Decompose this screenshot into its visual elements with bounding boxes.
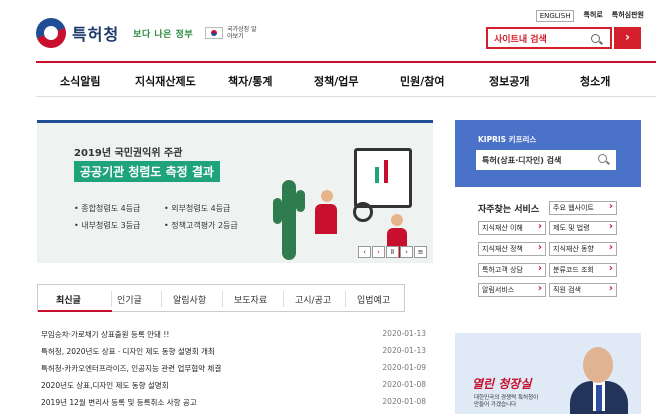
- service-link[interactable]: 주요 웹사이트: [549, 201, 617, 215]
- site-search-input[interactable]: 사이트내 검색: [486, 27, 612, 49]
- tab-announcement[interactable]: 고시/공고: [295, 293, 331, 306]
- tab-divider: [111, 291, 112, 307]
- person-body-illustration: [315, 204, 337, 234]
- news-date: 2020-01-13: [382, 346, 426, 355]
- news-date: 2020-01-08: [382, 380, 426, 389]
- news-title[interactable]: 2020년도 상표,디자인 제도 동향 설명회: [41, 381, 169, 390]
- service-link[interactable]: 특허고객 상담: [478, 263, 546, 277]
- banner-subtitle: 2019년 국민권익위 주관: [74, 148, 183, 159]
- banner-item: • 외부청렴도 4등급: [164, 204, 231, 213]
- news-date: 2020-01-09: [382, 363, 426, 372]
- commissioner-title: 열린 청장실: [472, 377, 532, 391]
- tab-divider: [161, 291, 162, 307]
- tab-divider: [283, 291, 284, 307]
- person-illustration: [391, 214, 403, 226]
- banner-play-button[interactable]: ›: [372, 246, 385, 258]
- news-item[interactable]: 2019년 12월 변리사 등록 및 등록취소 사항 공고 2020-01-08: [41, 397, 429, 408]
- banner-list-button[interactable]: ≡: [414, 246, 427, 258]
- commissioner-tie: [596, 385, 602, 411]
- nav-civil[interactable]: 민원/참여: [400, 73, 445, 89]
- search-go-button[interactable]: ›: [614, 27, 641, 49]
- news-item[interactable]: 특허청, 2020년도 상표ㆍ디자인 제도 동향 설명회 개최 2020-01-…: [41, 346, 429, 357]
- service-link[interactable]: 지식재산 이해: [478, 221, 546, 235]
- banner-next-button[interactable]: ›: [400, 246, 413, 258]
- news-title[interactable]: 무임승차·가로채기 상표출원 등록 안돼 !!: [41, 330, 169, 339]
- cactus-illustration: [282, 180, 296, 260]
- banner-title: 공공기관 청렴도 측정 결과: [74, 161, 220, 182]
- tab-notice[interactable]: 알림사항: [173, 293, 206, 306]
- nav-disclosure[interactable]: 정보공개: [489, 73, 529, 89]
- chart-bar-illustration: [375, 167, 379, 183]
- person-illustration: [321, 190, 333, 202]
- trial-board-link[interactable]: 특허심판원: [612, 10, 644, 22]
- service-link[interactable]: 지식재산 동향: [549, 242, 617, 256]
- commissioner-face: [583, 347, 613, 383]
- logo-text: 특허청: [72, 25, 120, 44]
- tab-popular[interactable]: 인기글: [117, 293, 142, 306]
- tab-latest[interactable]: 최신글: [56, 293, 81, 306]
- kipris-title[interactable]: KIPRIS 키프리스: [478, 134, 536, 145]
- korean-flag-icon[interactable]: [205, 27, 224, 39]
- taeguk-logo-icon: [36, 18, 66, 48]
- search-icon[interactable]: [598, 154, 607, 163]
- flag-caption[interactable]: 국가상징 알아보기: [227, 26, 257, 40]
- kipris-panel: KIPRIS 키프리스 특허(상표·디자인) 검색: [455, 120, 641, 187]
- kipris-search-label: 특허(상표·디자인) 검색: [482, 156, 562, 165]
- banner-item: • 종합청렴도 4등급: [74, 204, 141, 213]
- chart-bar-illustration: [384, 160, 388, 183]
- top-links: ENGLISH 특허로 특허심판원: [535, 10, 644, 22]
- english-link[interactable]: ENGLISH: [535, 10, 575, 22]
- service-link[interactable]: 직원 검색: [549, 283, 617, 297]
- commissioner-caption: 대한민국의 경쟁력 특허청이 만들어 가겠습니다: [474, 395, 539, 408]
- active-tab-indicator: [38, 310, 112, 312]
- tab-legislation[interactable]: 입법예고: [357, 293, 390, 306]
- news-title[interactable]: 특허청, 2020년도 상표ㆍ디자인 제도 동향 설명회 개최: [41, 347, 215, 356]
- search-icon[interactable]: [591, 33, 600, 43]
- patent-net-link[interactable]: 특허로: [583, 10, 602, 22]
- banner-top-bar: [37, 120, 433, 123]
- banner-prev-button[interactable]: ‹: [358, 246, 371, 258]
- service-link[interactable]: 제도 및 법령: [549, 221, 617, 235]
- news-tabs: 최신글 인기글 알림사항 보도자료 고시/공고 입법예고: [37, 284, 405, 312]
- banner-item: • 내부청렴도 3등급: [74, 221, 141, 230]
- tab-divider: [222, 291, 223, 307]
- nav-about[interactable]: 청소개: [580, 73, 610, 89]
- service-link[interactable]: 알림서비스: [478, 283, 546, 297]
- news-title[interactable]: 특허청-카카오엔터프라이즈, 인공지능 관련 업무협약 체결: [41, 364, 221, 373]
- banner-pause-button[interactable]: Ⅱ: [386, 246, 399, 258]
- nav-ip-system[interactable]: 지식재산제도: [135, 73, 196, 89]
- tab-press[interactable]: 보도자료: [234, 293, 267, 306]
- services-title: 자주찾는 서비스: [478, 205, 540, 215]
- nav-news[interactable]: 소식알림: [60, 73, 100, 89]
- cactus-arm: [273, 198, 282, 224]
- service-link[interactable]: 분류코드 조회: [549, 263, 617, 277]
- service-link[interactable]: 지식재산 정책: [478, 242, 546, 256]
- magnifier-illustration: [353, 202, 373, 222]
- main-navigation: 소식알림 지식재산제도 책자/통계 정책/업무 민원/참여 정보공개 청소개: [36, 63, 656, 97]
- news-item[interactable]: 2020년도 상표,디자인 제도 동향 설명회 2020-01-08: [41, 380, 429, 391]
- nav-publications[interactable]: 책자/통계: [228, 73, 273, 89]
- tab-divider: [345, 291, 346, 307]
- cactus-arm: [296, 190, 305, 212]
- nav-policy[interactable]: 정책/업무: [314, 73, 359, 89]
- banner-item: • 정책고객평가 2등급: [164, 221, 238, 230]
- logo[interactable]: 특허청 보다 나은 정부 국가상징 알아보기: [36, 16, 257, 50]
- news-item[interactable]: 특허청-카카오엔터프라이즈, 인공지능 관련 업무협약 체결 2020-01-0…: [41, 363, 429, 374]
- news-date: 2020-01-08: [382, 397, 426, 406]
- main-banner[interactable]: 2019년 국민권익위 주관 공공기관 청렴도 측정 결과 • 종합청렴도 4등…: [37, 120, 433, 263]
- search-placeholder: 사이트내 검색: [494, 34, 547, 45]
- slogan[interactable]: 보다 나은 정부: [133, 27, 193, 40]
- news-title[interactable]: 2019년 12월 변리사 등록 및 등록취소 사항 공고: [41, 398, 197, 407]
- monitor-illustration: [354, 148, 412, 208]
- kipris-search-input[interactable]: 특허(상표·디자인) 검색: [476, 150, 616, 170]
- news-item[interactable]: 무임승차·가로채기 상표출원 등록 안돼 !! 2020-01-13: [41, 329, 429, 340]
- commissioner-banner[interactable]: 열린 청장실 대한민국의 경쟁력 특허청이 만들어 가겠습니다: [455, 333, 641, 414]
- news-date: 2020-01-13: [382, 329, 426, 338]
